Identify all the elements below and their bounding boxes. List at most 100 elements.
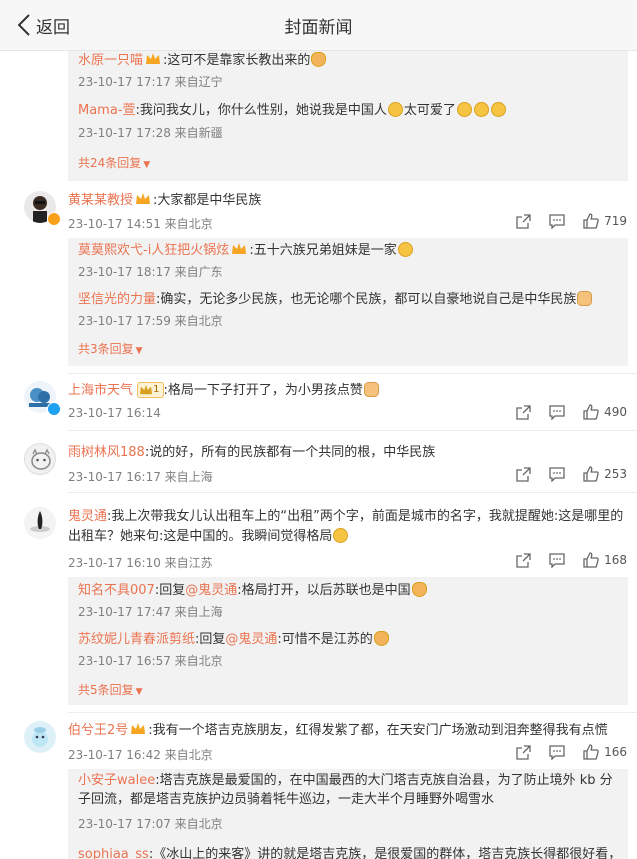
thumb-up-icon: [583, 213, 599, 229]
share-icon: [516, 404, 531, 420]
verified-badge-icon: [47, 402, 61, 416]
cat-emoji-icon: [311, 52, 327, 67]
avatar[interactable]: [24, 443, 56, 475]
comment-button[interactable]: [549, 404, 565, 420]
like-button[interactable]: 719: [583, 213, 627, 229]
like-count: 253: [604, 467, 627, 481]
comment-meta: 23-10-17 14:51 来自北京: [68, 217, 213, 231]
reply-text: :《冰山上的来客》讲的就是塔吉克族，是很爱国的群体，塔吉克族长得都很好看，: [148, 847, 618, 859]
kiss-emoji-icon: [397, 242, 413, 257]
crown-icon: [140, 384, 153, 395]
comment-meta: 23-10-17 16:42 来自北京: [68, 748, 213, 762]
reply-text: :五十六族兄弟姐妹是一家: [249, 243, 397, 258]
like-button[interactable]: 490: [583, 404, 627, 420]
caret-down-icon: ▼: [135, 687, 143, 697]
cat-emoji-icon: [373, 631, 389, 646]
reply-text-tail: 太可爱了: [403, 103, 456, 118]
share-button[interactable]: [516, 552, 531, 568]
reply-block: 知名不具007:回复@鬼灵通:格局打开，以后苏联也是中国 23-10-17 17…: [68, 577, 628, 705]
share-button[interactable]: [516, 466, 531, 482]
avatar[interactable]: [24, 507, 56, 539]
comment-actions: 253: [498, 466, 627, 482]
thumb-up-icon: [583, 404, 599, 420]
page-title: 封面新闻: [284, 18, 353, 38]
share-icon: [516, 466, 531, 482]
comment-icon: [549, 404, 565, 420]
thumb-emoji-icon: [363, 382, 379, 397]
share-button[interactable]: [516, 213, 531, 229]
reply-block: 莫莫熙欢弋-i人狂把火锅炫:五十六族兄弟姐妹是一家 23-10-17 18:17…: [68, 238, 628, 366]
comment-text: :大家都是中华民族: [153, 193, 262, 208]
reply-author[interactable]: 莫莫熙欢弋-i人狂把火锅炫: [78, 243, 229, 258]
reply-author[interactable]: 小安子walee: [78, 773, 155, 788]
comment-item: 黄某某教授 :大家都是中华民族 23-10-17 14:51 来自北京 719 莫…: [0, 186, 637, 366]
avatar[interactable]: [24, 721, 56, 753]
comment-button[interactable]: [549, 744, 565, 760]
laugh-cry-emoji-icon: [490, 102, 506, 117]
comment-button[interactable]: [549, 466, 565, 482]
reply-item: 苏纹妮儿青春派剪纸:回复@鬼灵通:可惜不是江苏的: [78, 630, 618, 649]
reply-item: 水原一只喵 :这可不是靠家长教出来的: [78, 51, 618, 70]
like-count: 168: [604, 553, 627, 567]
divider: [68, 373, 637, 374]
reply-text: :这可不是靠家长教出来的: [163, 53, 311, 68]
reply-author[interactable]: 苏纹妮儿青春派剪纸: [78, 632, 195, 647]
reply-item: Mama-萱:我问我女儿，你什么性别，她说我是中国人 太可爱了: [78, 101, 618, 120]
comment-button[interactable]: [549, 213, 565, 229]
thumb-up-icon: [583, 744, 599, 760]
reply-author[interactable]: 水原一只喵: [78, 53, 143, 68]
comment-author[interactable]: 伯兮王2号: [68, 723, 128, 738]
comment-icon: [549, 744, 565, 760]
like-count: 166: [604, 745, 627, 759]
thumb-up-icon: [583, 466, 599, 482]
share-icon: [516, 213, 531, 229]
like-count: 490: [604, 405, 627, 419]
mention-link[interactable]: @鬼灵通: [185, 583, 237, 598]
cat-emoji-icon: [411, 582, 427, 597]
comment-item: 鬼灵通:我上次带我女儿认出租车上的“出租”两个字，前面是城市的名字，我就提醒她:…: [0, 505, 637, 705]
reply-author[interactable]: sophiaa_ss: [78, 847, 149, 859]
like-button[interactable]: 168: [583, 552, 627, 568]
comment-author[interactable]: 雨树林风188: [68, 445, 145, 460]
comment-actions: 168: [498, 552, 627, 568]
more-replies-link[interactable]: 共3条回复 ▼: [78, 340, 143, 357]
like-button[interactable]: 253: [583, 466, 627, 482]
reply-item: 小安子walee:塔吉克族是最爱国的，在中国最西的大门塔吉克族自治县，为了防止境…: [78, 771, 618, 809]
comment-item: 伯兮王2号:我有一个塔吉克族朋友，红得发紫了都，在天安门广场激动到泪奔整得我有点…: [0, 719, 637, 859]
share-button[interactable]: [516, 744, 531, 760]
comment-text: :说的好，所有的民族都有一个共同的根，中华民族: [144, 445, 436, 460]
reply-item: 知名不具007:回复@鬼灵通:格局打开，以后苏联也是中国: [78, 581, 618, 600]
reply-author[interactable]: Mama-萱: [78, 103, 136, 118]
member-crown-icon: [130, 722, 146, 736]
reply-author[interactable]: 坚信光的力量: [78, 292, 156, 307]
mention-link[interactable]: @鬼灵通: [225, 632, 277, 647]
divider: [68, 712, 637, 713]
comment-icon: [549, 466, 565, 482]
thumb-up-icon: [583, 552, 599, 568]
reply-block: 水原一只喵 :这可不是靠家长教出来的 23-10-17 17:17 来自辽宁 Ma…: [68, 51, 628, 181]
verified-badge-icon: [47, 212, 61, 226]
grin-emoji-icon: [387, 102, 403, 117]
share-button[interactable]: [516, 404, 531, 420]
comment-item: 上海市天气 1:格局一下子打开了，为小男孩点赞 23-10-17 16:14 4…: [0, 379, 637, 429]
reply-meta: 23-10-17 17:17 来自辽宁: [78, 75, 223, 89]
comment-actions: 490: [498, 404, 627, 420]
reply-author[interactable]: 知名不具007: [78, 583, 155, 598]
more-replies-link[interactable]: 共5条回复 ▼: [78, 681, 143, 698]
reply-text: :确实，无论多少民族，也无论哪个民族，都可以自豪地说自己是中华民族: [156, 292, 577, 307]
comment-author[interactable]: 鬼灵通: [68, 509, 107, 524]
comment-button[interactable]: [549, 552, 565, 568]
reply-block: 小安子walee:塔吉克族是最爱国的，在中国最西的大门塔吉克族自治县，为了防止境…: [68, 769, 628, 859]
comment-icon: [549, 552, 565, 568]
grin-emoji-icon: [333, 528, 349, 543]
comment-text: :格局一下子打开了，为小男孩点赞: [163, 383, 363, 398]
like-button[interactable]: 166: [583, 744, 627, 760]
member-crown-icon: [231, 242, 247, 256]
comment-actions: 166: [498, 744, 627, 760]
comment-author[interactable]: 黄某某教授: [68, 193, 133, 208]
divider: [68, 492, 637, 493]
more-replies-link[interactable]: 共24条回复 ▼: [78, 154, 150, 171]
like-count: 719: [604, 214, 627, 228]
comment-author[interactable]: 上海市天气: [68, 383, 133, 398]
reply-meta: 23-10-17 17:07 来自北京: [78, 817, 223, 831]
